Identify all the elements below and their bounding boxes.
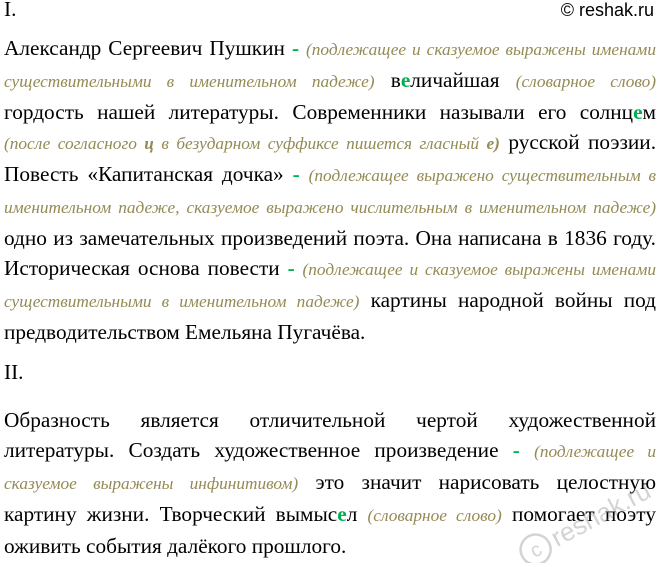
vocabulary-note: (словарное слово) bbox=[515, 72, 657, 91]
section-1-label: I. bbox=[4, 0, 17, 21]
highlighted-letter: е bbox=[337, 502, 347, 526]
dash: - bbox=[287, 256, 295, 280]
note-bold-letter: е) bbox=[486, 134, 500, 153]
page: I. © reshak.ru Александр Сергеевич Пушки… bbox=[4, 0, 656, 561]
brand-label: © reshak.ru bbox=[560, 0, 654, 20]
section-2-label: II. bbox=[4, 360, 24, 384]
highlighted-letter: е bbox=[633, 100, 643, 124]
paragraph-1: Александр Сергеевич Пушкин - (подлежащее… bbox=[4, 33, 656, 347]
header: I. © reshak.ru bbox=[4, 0, 656, 24]
dash: - bbox=[512, 438, 520, 462]
spelling-note: (после согласного ц в безударном суффикс… bbox=[4, 134, 500, 153]
dash: - bbox=[292, 162, 300, 186]
word-solntsem: гордость нашей литературы. Современники … bbox=[4, 100, 656, 124]
dash: - bbox=[291, 36, 300, 60]
vocabulary-note: (словарное слово) bbox=[367, 506, 502, 525]
note-bold-letter: ц bbox=[144, 134, 154, 153]
highlighted-letter: е bbox=[400, 68, 411, 92]
sentence: Александр Сергеевич Пушкин bbox=[4, 36, 285, 60]
word-velichaishaya: величайшая bbox=[390, 68, 500, 92]
paragraph-2: Образность является отличительной чертой… bbox=[4, 405, 656, 561]
